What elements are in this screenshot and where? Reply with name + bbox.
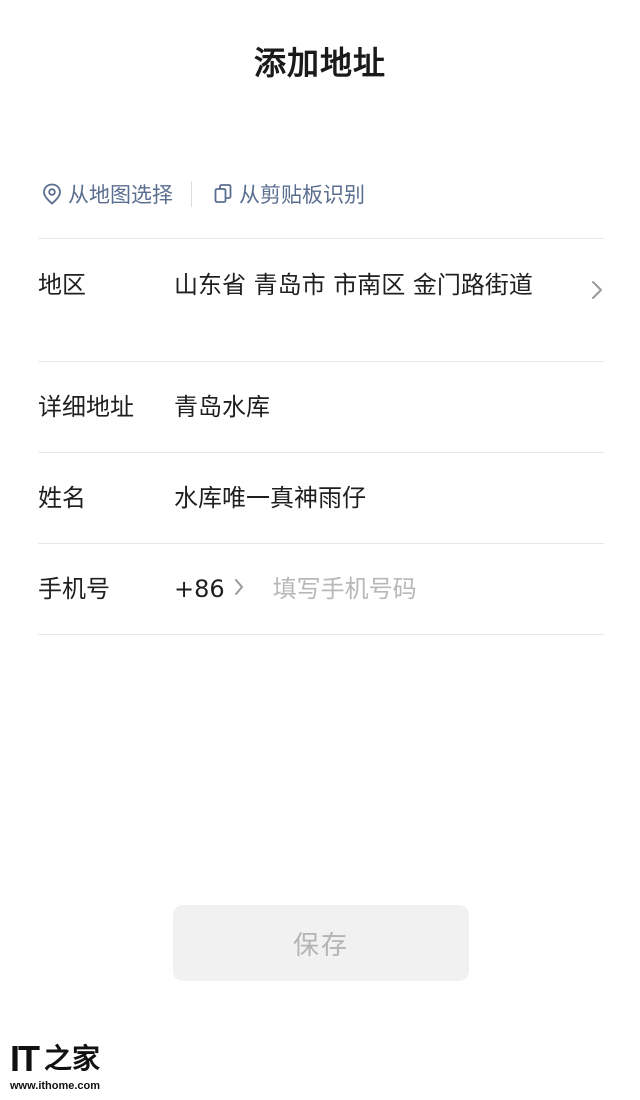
ithome-logo: IT 之家 xyxy=(10,1040,110,1078)
quick-actions-divider xyxy=(191,181,192,207)
paste-from-clipboard-label: 从剪贴板识别 xyxy=(239,183,365,207)
paste-from-clipboard-button[interactable]: 从剪贴板识别 xyxy=(211,179,365,209)
select-from-map-label: 从地图选择 xyxy=(68,183,173,207)
country-code-selector[interactable]: +86 xyxy=(174,575,245,603)
logo-text: IT xyxy=(10,1038,40,1079)
region-label: 地区 xyxy=(38,271,86,299)
region-value: 山东省 青岛市 市南区 金门路街道 xyxy=(174,271,533,299)
name-row[interactable]: 姓名 水库唯一真神雨仔 xyxy=(38,452,604,543)
page-title: 添加地址 xyxy=(253,44,386,82)
chevron-right-icon xyxy=(590,279,604,305)
phone-input[interactable] xyxy=(272,575,553,603)
name-label: 姓名 xyxy=(38,484,86,512)
logo-hanzi: 之家 xyxy=(44,1042,101,1075)
select-from-map-button[interactable]: 从地图选择 xyxy=(40,179,173,209)
name-field[interactable]: 水库唯一真神雨仔 xyxy=(174,481,604,515)
watermark-url: www.ithome.com xyxy=(10,1080,101,1092)
detail-address-field[interactable]: 青岛水库 xyxy=(174,390,604,424)
detail-address-row[interactable]: 详细地址 青岛水库 xyxy=(38,361,604,452)
quick-actions-bar: 从地图选择 从剪贴板识别 xyxy=(40,176,365,212)
save-button[interactable]: 保存 xyxy=(173,905,469,981)
phone-label: 手机号 xyxy=(38,575,110,603)
region-row[interactable]: 地区 山东省 青岛市 市南区 金门路街道 xyxy=(38,238,604,361)
address-form: 地区 山东省 青岛市 市南区 金门路街道 详细地址 青岛水库 姓名 水库唯一真神… xyxy=(38,238,604,635)
country-code-value: +86 xyxy=(174,575,225,603)
ithome-watermark: IT 之家 www.ithome.com xyxy=(10,1040,110,1096)
detail-address-label: 详细地址 xyxy=(38,393,134,421)
phone-row: 手机号 +86 xyxy=(38,543,604,635)
copy-icon xyxy=(211,182,235,206)
chevron-right-icon xyxy=(233,575,245,603)
location-pin-icon xyxy=(40,182,64,206)
